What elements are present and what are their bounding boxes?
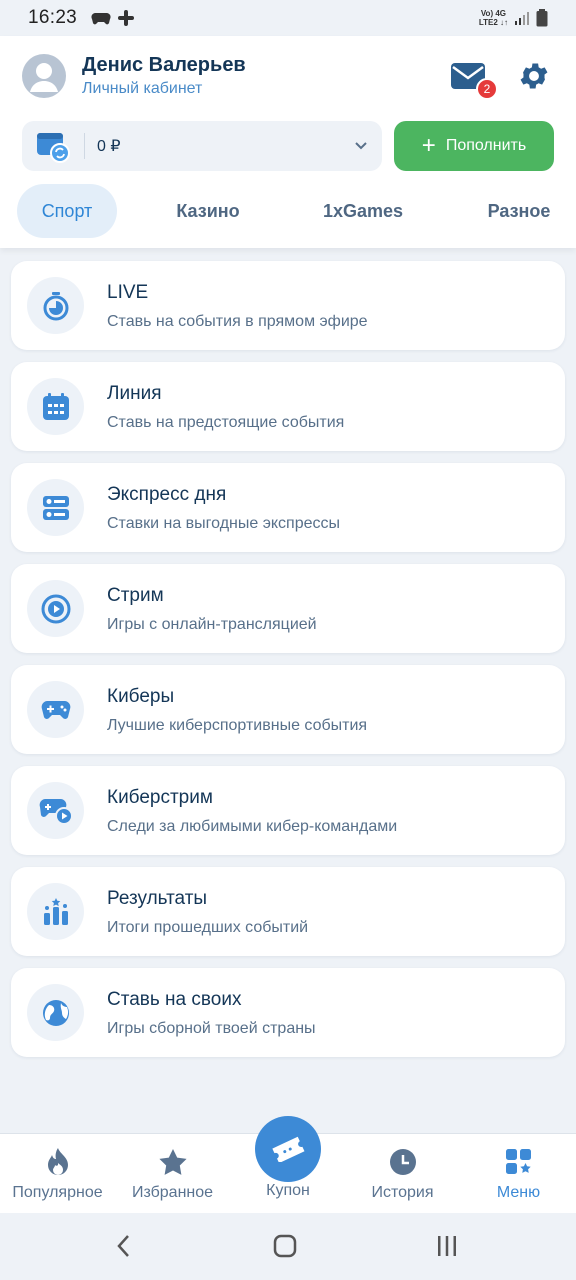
tab-1xgames[interactable]: 1xGames bbox=[308, 184, 418, 238]
coupon-button[interactable] bbox=[255, 1116, 321, 1182]
slack-icon bbox=[118, 10, 135, 26]
coupon-label[interactable]: Купон bbox=[230, 1182, 346, 1200]
menu-grid-icon bbox=[505, 1146, 533, 1178]
mail-button[interactable]: 2 bbox=[448, 58, 498, 100]
network-label: Vo) 4G LTE2 ↓↑ bbox=[478, 9, 508, 27]
gamepad-stream-icon bbox=[27, 782, 84, 839]
user-icon bbox=[30, 63, 58, 92]
bottom-nav: Популярное Избранное Купон История Меню bbox=[0, 1116, 576, 1214]
menu-item-esports[interactable]: Киберы Лучшие киберспортивные события bbox=[11, 665, 565, 754]
nav-history[interactable]: История bbox=[345, 1134, 460, 1214]
balance-value: 0 ₽ bbox=[97, 138, 121, 155]
play-circle-icon bbox=[27, 580, 84, 637]
topup-label: Пополнить bbox=[445, 137, 527, 154]
avatar[interactable] bbox=[22, 54, 66, 98]
plus-icon: + bbox=[421, 132, 436, 159]
user-name[interactable]: Денис Валерьев bbox=[82, 54, 246, 77]
ticket-icon bbox=[272, 1136, 305, 1162]
clock-icon bbox=[389, 1146, 417, 1178]
chevron-down-icon bbox=[355, 142, 367, 150]
menu-item-national-team[interactable]: Ставь на своих Игры сборной твоей страны bbox=[11, 968, 565, 1057]
nav-label: Меню bbox=[496, 1184, 541, 1201]
signal-icon bbox=[515, 12, 529, 25]
sport-menu-list: LIVE Ставь на события в прямом эфире Лин… bbox=[11, 261, 565, 1069]
menu-item-live[interactable]: LIVE Ставь на события в прямом эфире bbox=[11, 261, 565, 350]
tab-casino[interactable]: Казино bbox=[158, 184, 258, 238]
menu-item-title: LIVE bbox=[107, 282, 149, 303]
nav-label: Избранное bbox=[131, 1184, 214, 1201]
system-nav-bar bbox=[0, 1213, 576, 1280]
home-button[interactable] bbox=[265, 1231, 305, 1261]
nav-favorites[interactable]: Избранное bbox=[115, 1134, 230, 1214]
menu-item-title: Линия bbox=[107, 383, 162, 404]
back-icon bbox=[117, 1235, 129, 1257]
recents-button[interactable] bbox=[427, 1231, 467, 1261]
menu-item-subtitle: Ставки на выгодные экспрессы bbox=[107, 515, 341, 532]
menu-item-title: Результаты bbox=[107, 888, 208, 909]
settings-button[interactable] bbox=[514, 56, 554, 96]
menu-item-express[interactable]: Экспресс дня Ставки на выгодные экспресс… bbox=[11, 463, 565, 552]
flame-icon bbox=[45, 1146, 71, 1178]
menu-item-subtitle: Лучшие киберспортивные события bbox=[107, 717, 368, 734]
nav-label: История bbox=[371, 1184, 434, 1201]
menu-item-subtitle: Игры сборной твоей страны bbox=[107, 1020, 316, 1037]
nav-popular[interactable]: Популярное bbox=[0, 1134, 115, 1214]
account-link[interactable]: Личный кабинет bbox=[82, 80, 202, 98]
back-button[interactable] bbox=[104, 1231, 144, 1261]
nav-label: Популярное bbox=[12, 1184, 103, 1201]
menu-item-results[interactable]: Результаты Итоги прошедших событий bbox=[11, 867, 565, 956]
category-tabs: Спорт Казино 1xGames Разное bbox=[0, 182, 576, 240]
menu-item-subtitle: Итоги прошедших событий bbox=[107, 919, 309, 936]
express-icon bbox=[27, 479, 84, 536]
status-time: 16:23 bbox=[28, 7, 78, 28]
menu-item-title: Ставь на своих bbox=[107, 989, 242, 1010]
menu-item-subtitle: Ставь на предстоящие события bbox=[107, 414, 345, 431]
nav-menu[interactable]: Меню bbox=[461, 1134, 576, 1214]
status-app-icons bbox=[91, 9, 135, 27]
menu-item-line[interactable]: Линия Ставь на предстоящие события bbox=[11, 362, 565, 451]
battery-icon bbox=[536, 9, 548, 27]
balance-divider bbox=[84, 133, 85, 159]
menu-item-title: Экспресс дня bbox=[107, 484, 227, 505]
header: Денис Валерьев Личный кабинет 2 0 ₽ + По… bbox=[0, 36, 576, 248]
game-controller-icon bbox=[91, 13, 111, 25]
menu-item-subtitle: Игры с онлайн-трансляцией bbox=[107, 616, 317, 633]
tab-sport[interactable]: Спорт bbox=[17, 184, 117, 238]
status-indicators: Vo) 4G LTE2 ↓↑ bbox=[479, 9, 548, 27]
recents-icon bbox=[438, 1236, 456, 1256]
balance-selector[interactable]: 0 ₽ bbox=[22, 121, 382, 171]
menu-item-title: Стрим bbox=[107, 585, 164, 606]
topup-button[interactable]: + Пополнить bbox=[394, 121, 554, 171]
gamepad-icon bbox=[27, 681, 84, 738]
status-bar: 16:23 Vo) 4G LTE2 ↓↑ bbox=[0, 0, 576, 36]
calendar-icon bbox=[27, 378, 84, 435]
menu-item-stream[interactable]: Стрим Игры с онлайн-трансляцией bbox=[11, 564, 565, 653]
globe-icon bbox=[27, 984, 84, 1041]
tab-misc[interactable]: Разное bbox=[474, 184, 564, 238]
menu-item-subtitle: Ставь на события в прямом эфире bbox=[107, 313, 368, 330]
results-icon bbox=[27, 883, 84, 940]
menu-item-subtitle: Следи за любимыми кибер-командами bbox=[107, 818, 398, 835]
wallet-icon bbox=[22, 121, 84, 171]
menu-item-esports-stream[interactable]: Киберстрим Следи за любимыми кибер-коман… bbox=[11, 766, 565, 855]
home-icon bbox=[273, 1234, 297, 1258]
notification-badge: 2 bbox=[476, 78, 498, 100]
menu-item-title: Киберстрим bbox=[107, 787, 213, 808]
gear-icon bbox=[520, 63, 548, 89]
star-icon bbox=[158, 1146, 188, 1178]
menu-item-title: Киберы bbox=[107, 686, 175, 707]
stopwatch-icon bbox=[27, 277, 84, 334]
